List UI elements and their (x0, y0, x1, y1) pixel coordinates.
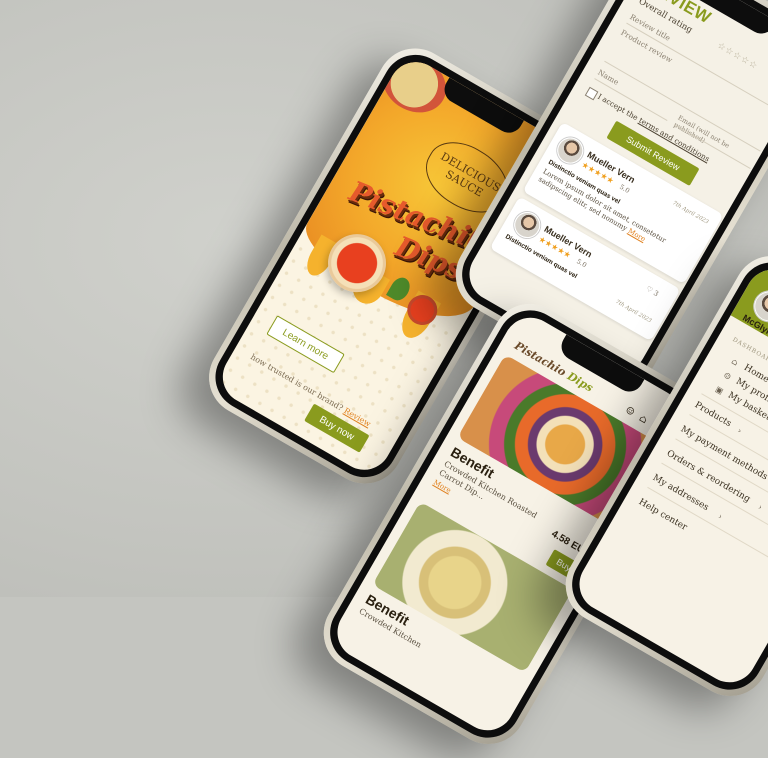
user-icon[interactable]: ☺ (623, 405, 636, 419)
hummus-image (372, 501, 573, 673)
chevron-right-icon: › (736, 426, 744, 436)
chevron-right-icon: › (716, 511, 724, 522)
menu-group-help[interactable]: Help center (637, 497, 689, 533)
reviewer-score: 5.0 (575, 257, 589, 270)
rating-stars-input[interactable]: ☆☆☆☆☆ (715, 41, 759, 72)
reviewer-score: 5.0 (618, 182, 632, 195)
divider (647, 486, 768, 576)
name-label: Name (596, 67, 621, 87)
chevron-right-icon: › (756, 502, 764, 512)
home-icon[interactable]: ⌂ (637, 413, 649, 426)
like-count[interactable]: ♡ 3 (645, 285, 660, 298)
user-icon: ☺ (721, 370, 733, 382)
basket-icon: ▣ (713, 384, 725, 397)
home-icon: ⌂ (729, 356, 740, 368)
review-date: 7th April 2023 (671, 200, 710, 226)
review-date: 7th April 2023 (614, 298, 653, 325)
menu-group-products[interactable]: Products (693, 400, 733, 429)
